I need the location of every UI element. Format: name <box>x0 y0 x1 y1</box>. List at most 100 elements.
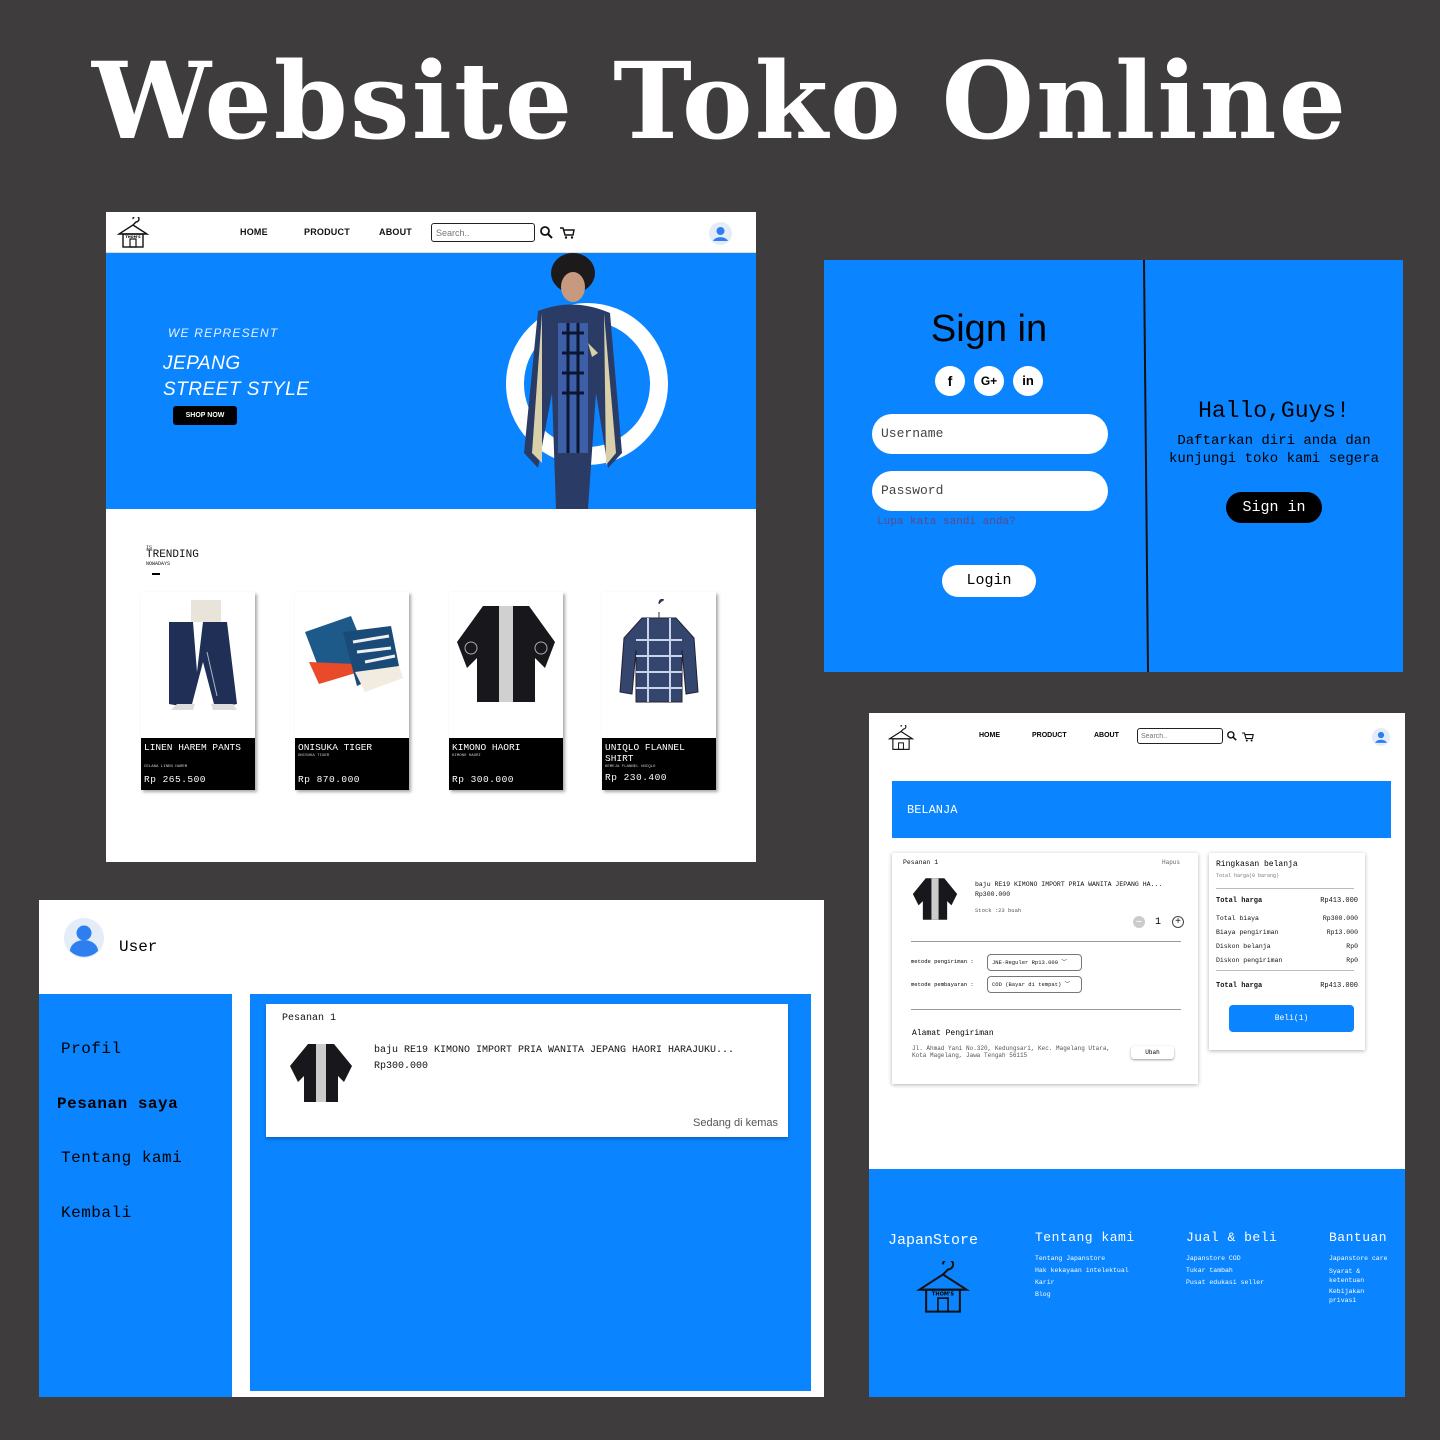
grand-total-label: Total harga <box>1216 982 1263 990</box>
change-address-button[interactable]: Ubah <box>1131 1046 1174 1059</box>
model-photo <box>524 253 622 509</box>
footer-logo-icon: THOM'S <box>915 1261 971 1313</box>
product-card[interactable]: UNIQLO FLANNEL SHIRT KEMEJA FLANNEL UNIQ… <box>602 592 716 790</box>
cart-icon[interactable] <box>560 227 575 239</box>
login-button[interactable]: Login <box>942 565 1036 597</box>
product-card[interactable]: KIMONO HAORI KIMONO HAORI Rp 300.000 <box>449 592 563 790</box>
order-price: Rp300.000 <box>374 1061 429 1072</box>
facebook-icon[interactable]: f <box>935 366 965 396</box>
order-title: baju RE19 KIMONO IMPORT PRIA WANITA JEPA… <box>374 1045 735 1056</box>
qty-value[interactable]: 1 <box>1155 917 1161 928</box>
address-text: Jl. Ahmad Yani No.320, Kedungsari, Kec. … <box>912 1045 1111 1059</box>
nav-home[interactable]: HOME <box>240 227 268 237</box>
trending-underline <box>152 573 160 575</box>
store-logo-icon[interactable]: THOM'S <box>117 217 149 249</box>
sidebar-item-profil[interactable]: Profil <box>61 1040 122 1058</box>
password-field[interactable]: Password <box>872 471 1108 511</box>
order-card[interactable]: Pesanan 1 baju RE19 KIMONO IMPORT PRIA W… <box>266 1004 788 1137</box>
forgot-password-link[interactable]: Lupa kata sandi anda? <box>877 516 1016 528</box>
product-name: ONISUKA TIGER <box>298 742 373 753</box>
order-title: baju RE19 KIMONO IMPORT PRIA WANITA JEPA… <box>975 881 1163 888</box>
sidebar-item-kembali[interactable]: Kembali <box>61 1204 132 1222</box>
store-logo-icon[interactable] <box>888 725 914 751</box>
order-product-image <box>290 1044 352 1102</box>
google-plus-icon[interactable]: G+ <box>974 366 1004 396</box>
signin-heading: Sign in <box>930 308 1048 350</box>
footer-brand: JapanStore <box>888 1232 979 1249</box>
product-image <box>457 606 555 702</box>
buy-button[interactable]: Beli(1) <box>1229 1005 1354 1032</box>
footer-link[interactable]: Hak kekayaan intelektual <box>1035 1265 1129 1277</box>
shipping-label: metode pengiriman : <box>911 958 974 965</box>
sidebar-item-tentang[interactable]: Tentang kami <box>61 1149 182 1167</box>
nav-product[interactable]: PRODUCT <box>1032 732 1067 739</box>
divider <box>911 1009 1181 1010</box>
footer-link[interactable]: Pusat edukasi seller <box>1186 1277 1264 1289</box>
welcome-title: Hallo,Guys! <box>1198 398 1350 424</box>
shipping-select[interactable]: JNE-Reguler Rp13.000 ﹀ <box>987 954 1082 971</box>
footer-link[interactable]: Syarat & ketentuan <box>1329 1267 1377 1285</box>
signup-signin-button[interactable]: Sign in <box>1226 492 1322 523</box>
row-label: Diskon belanja <box>1216 943 1271 950</box>
username-field[interactable]: Username <box>872 414 1108 454</box>
search-icon[interactable] <box>540 226 553 239</box>
order-product-image <box>912 878 958 920</box>
delete-link[interactable]: Hapus <box>1162 859 1180 866</box>
username-label: User <box>119 938 158 956</box>
divider <box>1216 970 1354 971</box>
footer-link[interactable]: Tukar tambah <box>1186 1265 1233 1277</box>
user-orders-mockup: User Profil Pesanan saya Tentang kami Ke… <box>39 900 824 1397</box>
search-input[interactable] <box>431 223 535 242</box>
footer: JapanStore THOM'S Tentang kami Tentang J… <box>869 1169 1405 1397</box>
decrease-qty-button[interactable]: − <box>1133 916 1145 928</box>
nav-about[interactable]: ABOUT <box>379 227 412 237</box>
footer-link[interactable]: Japanstore care <box>1329 1253 1401 1265</box>
hero-banner: WE REPRESENT JEPANG STREET STYLE SHOP NO… <box>106 253 756 509</box>
nav-product[interactable]: PRODUCT <box>304 227 350 237</box>
grand-total-value: Rp413.000 <box>1320 982 1358 990</box>
product-subtitle: ONISUKA TIGER <box>298 754 330 758</box>
product-image <box>305 616 403 692</box>
avatar-icon[interactable] <box>1372 728 1390 746</box>
footer-link[interactable]: Karir <box>1035 1277 1055 1289</box>
linkedin-icon[interactable]: in <box>1013 366 1043 396</box>
order-status: Sedang di kemas <box>693 1117 778 1129</box>
hero-kicker: WE REPRESENT <box>168 326 279 340</box>
shop-now-button[interactable]: SHOP NOW <box>173 406 237 425</box>
footer-col-title: Tentang kami <box>1035 1230 1135 1245</box>
product-subtitle: CELANA LINEN HAREM <box>144 765 188 769</box>
avatar-icon[interactable] <box>709 222 732 245</box>
increase-qty-button[interactable]: + <box>1172 916 1184 928</box>
summary-subtitle: Total harga(0 barang) <box>1216 873 1280 879</box>
product-price: Rp 870.000 <box>298 774 361 785</box>
row-value: Rp300.000 <box>1322 915 1358 922</box>
cart-order-card: Pesanan 1 Hapus baju RE19 KIMONO IMPORT … <box>892 853 1198 1084</box>
footer-link[interactable]: Tentang Japanstore <box>1035 1253 1105 1265</box>
product-card[interactable]: ONISUKA TIGER ONISUKA TIGER Rp 870.000 <box>295 592 409 790</box>
footer-link[interactable]: Kebijakan privasi <box>1329 1287 1377 1305</box>
svg-text:THOM'S: THOM'S <box>125 235 141 239</box>
avatar-icon[interactable] <box>64 918 104 958</box>
top-navbar: THOM'S HOME PRODUCT ABOUT <box>106 212 756 253</box>
product-image <box>619 599 699 703</box>
footer-link[interactable]: Blog <box>1035 1289 1051 1301</box>
search-input[interactable] <box>1137 728 1223 744</box>
payment-label: metode pembayaran : <box>911 981 974 988</box>
product-price: Rp 230.400 <box>605 772 668 783</box>
footer-link[interactable]: Japanstore COD <box>1186 1253 1241 1265</box>
cart-icon[interactable] <box>1242 732 1254 742</box>
nav-about[interactable]: ABOUT <box>1094 732 1119 739</box>
nav-home[interactable]: HOME <box>979 732 1000 739</box>
belanja-title: BELANJA <box>907 803 958 817</box>
order-label: Pesanan 1 <box>903 859 939 866</box>
row-value: Rp0 <box>1346 957 1358 964</box>
payment-value: COD (Bayar di tempat) <box>992 981 1062 988</box>
sidebar-item-pesanan[interactable]: Pesanan saya <box>57 1095 178 1113</box>
panel-divider <box>1143 260 1149 672</box>
product-price: Rp 265.500 <box>144 774 207 785</box>
payment-select[interactable]: COD (Bayar di tempat) ﹀ <box>987 976 1082 993</box>
order-stock: Stock :23 buah <box>975 907 1022 914</box>
search-icon[interactable] <box>1227 731 1237 741</box>
order-price: Rp300.000 <box>975 891 1011 898</box>
product-card[interactable]: LINEN HAREM PANTS CELANA LINEN HAREM Rp … <box>141 592 255 790</box>
